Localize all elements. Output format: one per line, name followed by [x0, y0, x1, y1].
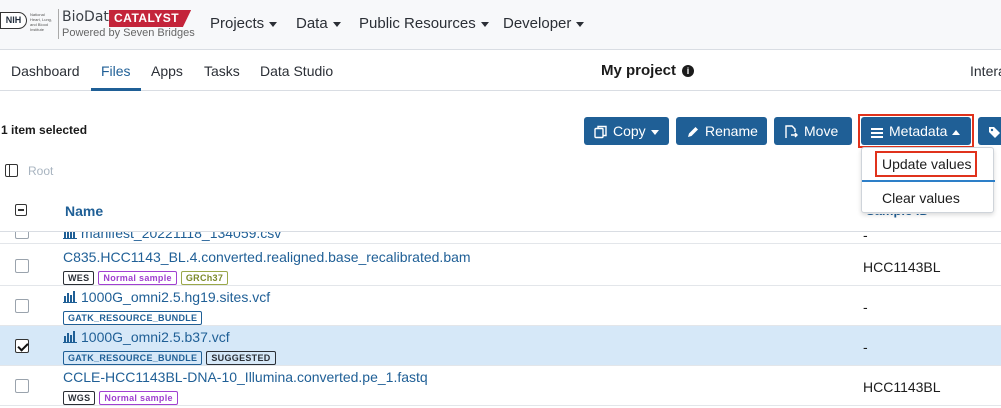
file-name-link[interactable]: 1000G_omni2.5.hg19.sites.vcf: [63, 289, 270, 305]
nih-institute-text: National Heart, Lung, and Blood Institut…: [30, 12, 53, 32]
tag-badge[interactable]: SUGGESTED: [206, 351, 276, 365]
tag-badge[interactable]: WGS: [63, 391, 96, 405]
chevron-down-icon: [576, 21, 585, 27]
copy-button[interactable]: Copy: [584, 117, 669, 145]
toggle-sidebar-icon[interactable]: [5, 164, 18, 177]
chevron-down-icon: [332, 21, 341, 27]
nih-logo: NIH: [0, 12, 27, 29]
pencil-icon: [688, 127, 698, 137]
chart-icon: [63, 232, 77, 239]
tag-icon: [989, 127, 1000, 138]
active-item-underline: [862, 180, 995, 182]
logo-divider: [58, 9, 59, 39]
file-name-link[interactable]: C835.HCC1143_BL.4.converted.realigned.ba…: [63, 249, 471, 265]
logo-brand-accent: CATALYST: [109, 10, 192, 27]
file-tags: GATK_RESOURCE_BUNDLE: [63, 308, 206, 325]
select-all-checkbox[interactable]: [15, 204, 27, 216]
metadata-button-highlight: [858, 114, 974, 148]
tab-files[interactable]: Files: [91, 51, 141, 91]
copy-icon: [594, 125, 607, 139]
top-navbar: NIH National Heart, Lung, and Blood Inst…: [0, 0, 1001, 50]
table-row[interactable]: 1000G_omni2.5.hg19.sites.vcf GATK_RESOUR…: [0, 286, 1001, 326]
file-name-link[interactable]: manifest_20221118_134059.csv: [63, 232, 281, 241]
move-file-icon: [785, 125, 798, 138]
file-tags: WGS Normal sample: [63, 388, 182, 405]
selection-count: 1 item selected: [1, 123, 88, 137]
breadcrumb-root[interactable]: Root: [28, 164, 53, 178]
sample-id: -: [863, 299, 868, 315]
rename-button[interactable]: Rename: [676, 117, 767, 145]
sample-id: HCC1143BL: [863, 379, 941, 395]
tab-apps[interactable]: Apps: [151, 51, 183, 91]
project-tabs-bar: Dashboard Files Apps Tasks Data Studio M…: [0, 51, 1001, 91]
file-tags: WES Normal sample GRCh37: [63, 268, 232, 285]
logo-powered-by: Powered by Seven Bridges: [62, 27, 195, 39]
chevron-down-icon: [480, 21, 489, 27]
header-divider: [0, 231, 1001, 232]
row-checkbox-checked[interactable]: [15, 339, 29, 353]
tab-tasks[interactable]: Tasks: [204, 51, 240, 91]
column-header-name[interactable]: Name: [65, 203, 103, 219]
row-checkbox[interactable]: [15, 232, 29, 239]
sample-id: -: [863, 339, 868, 355]
sample-id: HCC1143BL: [863, 259, 941, 275]
nav-menu-data[interactable]: Data: [296, 15, 341, 32]
tab-interactive-analysis[interactable]: Intera: [970, 51, 1001, 91]
tab-dashboard[interactable]: Dashboard: [11, 51, 80, 91]
row-checkbox[interactable]: [15, 299, 29, 313]
row-checkbox[interactable]: [15, 379, 29, 393]
row-checkbox[interactable]: [15, 259, 29, 273]
nav-menu-projects[interactable]: Projects: [210, 15, 278, 32]
move-button[interactable]: Move: [774, 117, 852, 145]
tag-badge[interactable]: GATK_RESOURCE_BUNDLE: [63, 351, 203, 365]
tag-badge[interactable]: GRCh37: [180, 271, 229, 285]
page-title: My project i: [601, 51, 695, 91]
tag-badge[interactable]: GATK_RESOURCE_BUNDLE: [63, 311, 203, 325]
tab-data-studio[interactable]: Data Studio: [260, 51, 333, 91]
file-tags: GATK_RESOURCE_BUNDLE SUGGESTED: [63, 348, 280, 365]
tag-badge[interactable]: Normal sample: [98, 271, 177, 285]
chart-icon: [63, 291, 77, 303]
tag-badge[interactable]: Normal sample: [99, 391, 178, 405]
table-row-selected[interactable]: 1000G_omni2.5.b37.vcf GATK_RESOURCE_BUND…: [0, 326, 1001, 366]
menu-item-clear-values[interactable]: Clear values: [882, 190, 960, 206]
file-name-link[interactable]: 1000G_omni2.5.b37.vcf: [63, 329, 230, 345]
sample-id: -: [863, 227, 868, 243]
tag-badge[interactable]: WES: [63, 271, 95, 285]
chevron-down-icon: [269, 21, 278, 27]
file-name-link[interactable]: CCLE-HCC1143BL-DNA-10_Illumina.converted…: [63, 369, 428, 385]
table-row[interactable]: CCLE-HCC1143BL-DNA-10_Illumina.converted…: [0, 366, 1001, 406]
nav-menu-public-resources[interactable]: Public Resources: [359, 15, 489, 32]
chevron-down-icon: [650, 129, 659, 135]
table-row[interactable]: C835.HCC1143_BL.4.converted.realigned.ba…: [0, 246, 1001, 286]
update-values-highlight: [875, 151, 977, 177]
nav-menu-developer[interactable]: Developer: [503, 15, 585, 32]
tag-button[interactable]: [978, 117, 1001, 145]
info-icon[interactable]: i: [682, 65, 695, 78]
chart-icon: [63, 331, 77, 343]
